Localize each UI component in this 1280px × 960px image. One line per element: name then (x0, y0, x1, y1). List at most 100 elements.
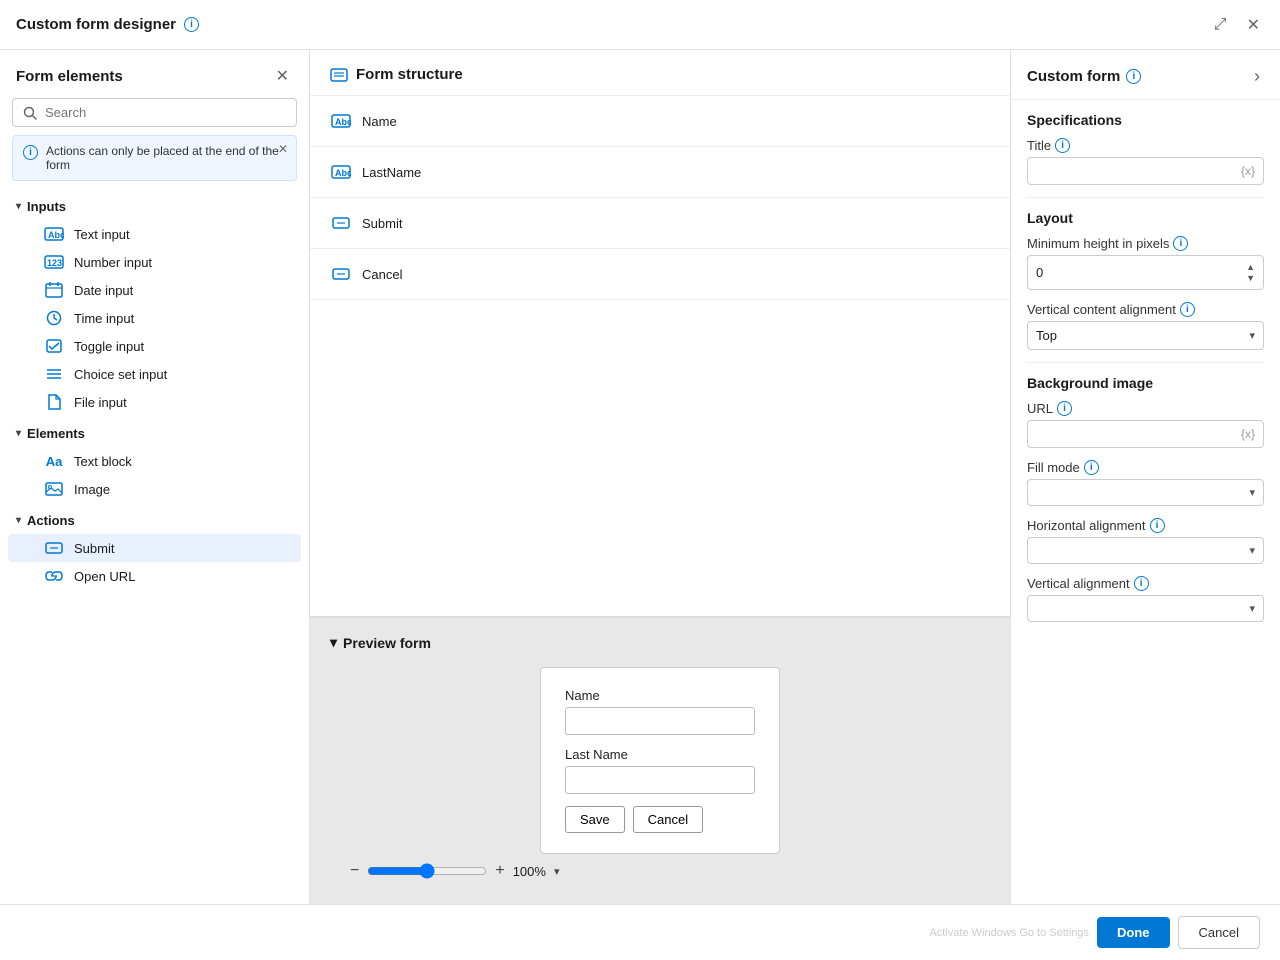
form-item-lastname-icon: Abc (330, 163, 352, 181)
text-input-icon: Abc (44, 226, 64, 242)
title-bar-left: Custom form designer i (16, 16, 199, 33)
form-item-lastname[interactable]: Abc LastName (310, 147, 1010, 198)
preview-lastname-input[interactable] (565, 766, 755, 794)
form-item-name[interactable]: Abc Name (310, 96, 1010, 147)
horizontal-align-chevron-icon: ▾ (1249, 544, 1255, 557)
horizontal-align-select[interactable]: ▾ (1027, 537, 1264, 564)
title-field-input[interactable]: {x} (1027, 157, 1264, 185)
spinner-down-button[interactable]: ▼ (1246, 273, 1255, 283)
preview-cancel-button[interactable]: Cancel (633, 806, 703, 833)
left-panel-close-button[interactable]: ✕ (272, 62, 293, 90)
svg-text:123: 123 (47, 258, 62, 268)
time-input-icon (44, 310, 64, 326)
horizontal-align-info-icon[interactable]: i (1150, 518, 1165, 533)
form-item-submit[interactable]: Submit (310, 198, 1010, 249)
close-button[interactable]: ✕ (1243, 11, 1264, 39)
form-elements-title: Form elements (16, 68, 123, 85)
horizontal-align-label: Horizontal alignment i (1027, 518, 1264, 533)
form-item-name-icon: Abc (330, 112, 352, 130)
fill-mode-info-icon[interactable]: i (1084, 460, 1099, 475)
bottom-bar: Activate Windows Go to Settings Done Can… (0, 904, 1280, 960)
spinner-arrows: ▲ ▼ (1246, 262, 1255, 283)
vertical-align-select[interactable]: ▾ (1027, 595, 1264, 622)
section-header-actions[interactable]: ▾ Actions (0, 503, 309, 534)
form-item-cancel-label: Cancel (362, 267, 402, 282)
chevron-actions-icon: ▾ (16, 515, 21, 526)
element-item-text-input[interactable]: Abc Text input (8, 220, 301, 248)
title-bar: Custom form designer i ⤢ ✕ (0, 0, 1280, 50)
element-item-toggle-input[interactable]: Toggle input (8, 332, 301, 360)
info-banner-text: Actions can only be placed at the end of… (46, 144, 286, 172)
right-panel: Custom form i › Specifications Title i {… (1010, 50, 1280, 904)
zoom-plus-button[interactable]: + (495, 862, 504, 880)
left-panel: Form elements ✕ i Actions can only be pl… (0, 50, 310, 904)
search-box (12, 98, 297, 127)
file-input-icon (44, 394, 64, 410)
element-item-file-input[interactable]: File input (8, 388, 301, 416)
fill-mode-label: Fill mode i (1027, 460, 1264, 475)
custom-form-info-icon[interactable]: i (1126, 69, 1141, 84)
number-input-icon: 123 (44, 254, 64, 270)
cancel-button[interactable]: Cancel (1178, 916, 1260, 949)
form-item-submit-label: Submit (362, 216, 402, 231)
min-height-value: 0 (1036, 265, 1043, 280)
section-header-elements[interactable]: ▾ Elements (0, 416, 309, 447)
right-panel-header: Custom form i › (1011, 50, 1280, 100)
element-item-time-input[interactable]: Time input (8, 304, 301, 332)
date-input-icon (44, 282, 64, 298)
vertical-content-align-info-icon[interactable]: i (1180, 302, 1195, 317)
element-item-number-input[interactable]: 123 Number input (8, 248, 301, 276)
custom-form-title: Custom form (1027, 68, 1120, 85)
form-structure-icon (330, 68, 348, 82)
layout-divider (1027, 197, 1264, 198)
zoom-label: 100% (513, 864, 546, 879)
url-field-input[interactable]: {x} (1027, 420, 1264, 448)
form-item-cancel-icon (330, 265, 352, 283)
search-input[interactable] (45, 105, 286, 120)
url-info-icon[interactable]: i (1057, 401, 1072, 416)
chevron-inputs-icon: ▾ (16, 201, 21, 212)
preview-name-input[interactable] (565, 707, 755, 735)
title-info-icon[interactable]: i (184, 17, 199, 32)
form-item-cancel[interactable]: Cancel (310, 249, 1010, 300)
right-panel-expand-button[interactable]: › (1250, 62, 1264, 91)
vertical-align-info-icon[interactable]: i (1134, 576, 1149, 591)
done-button[interactable]: Done (1097, 917, 1170, 948)
spinner-up-button[interactable]: ▲ (1246, 262, 1255, 272)
element-label-date-input: Date input (74, 283, 133, 298)
zoom-minus-button[interactable]: − (350, 862, 359, 880)
preview-area: ▾ Preview form Name Last Name Save Cance… (310, 616, 1010, 904)
element-item-image[interactable]: Image (8, 475, 301, 503)
bg-image-divider (1027, 362, 1264, 363)
form-item-name-label: Name (362, 114, 397, 129)
main-layout: Form elements ✕ i Actions can only be pl… (0, 50, 1280, 904)
section-label-actions: Actions (27, 513, 75, 528)
title-info-icon[interactable]: i (1055, 138, 1070, 153)
element-item-choice-set-input[interactable]: Choice set input (8, 360, 301, 388)
min-height-label: Minimum height in pixels i (1027, 236, 1264, 251)
element-item-date-input[interactable]: Date input (8, 276, 301, 304)
info-banner-close-button[interactable]: ✕ (278, 142, 288, 156)
left-panel-header: Form elements ✕ (0, 50, 309, 98)
fill-mode-chevron-icon: ▾ (1249, 486, 1255, 499)
min-height-spinner[interactable]: 0 ▲ ▼ (1027, 255, 1264, 290)
vertical-content-align-select[interactable]: Top ▾ (1027, 321, 1264, 350)
min-height-info-icon[interactable]: i (1173, 236, 1188, 251)
element-item-submit[interactable]: Submit (8, 534, 301, 562)
preview-save-button[interactable]: Save (565, 806, 625, 833)
expand-button[interactable]: ⤢ (1210, 11, 1231, 39)
preview-name-label: Name (565, 688, 755, 703)
search-icon (23, 106, 37, 120)
preview-header[interactable]: ▾ Preview form (330, 634, 990, 651)
fill-mode-select[interactable]: ▾ (1027, 479, 1264, 506)
choice-set-input-icon (44, 366, 64, 382)
section-header-inputs[interactable]: ▾ Inputs (0, 189, 309, 220)
image-icon (44, 481, 64, 497)
vertical-align-label: Vertical alignment i (1027, 576, 1264, 591)
zoom-chevron-icon[interactable]: ▾ (554, 865, 560, 878)
preview-header-label: Preview form (343, 635, 431, 651)
element-item-open-url[interactable]: Open URL (8, 562, 301, 590)
element-item-text-block[interactable]: Aa Text block (8, 447, 301, 475)
zoom-slider[interactable] (367, 863, 487, 879)
title-text: Custom form designer (16, 16, 176, 33)
